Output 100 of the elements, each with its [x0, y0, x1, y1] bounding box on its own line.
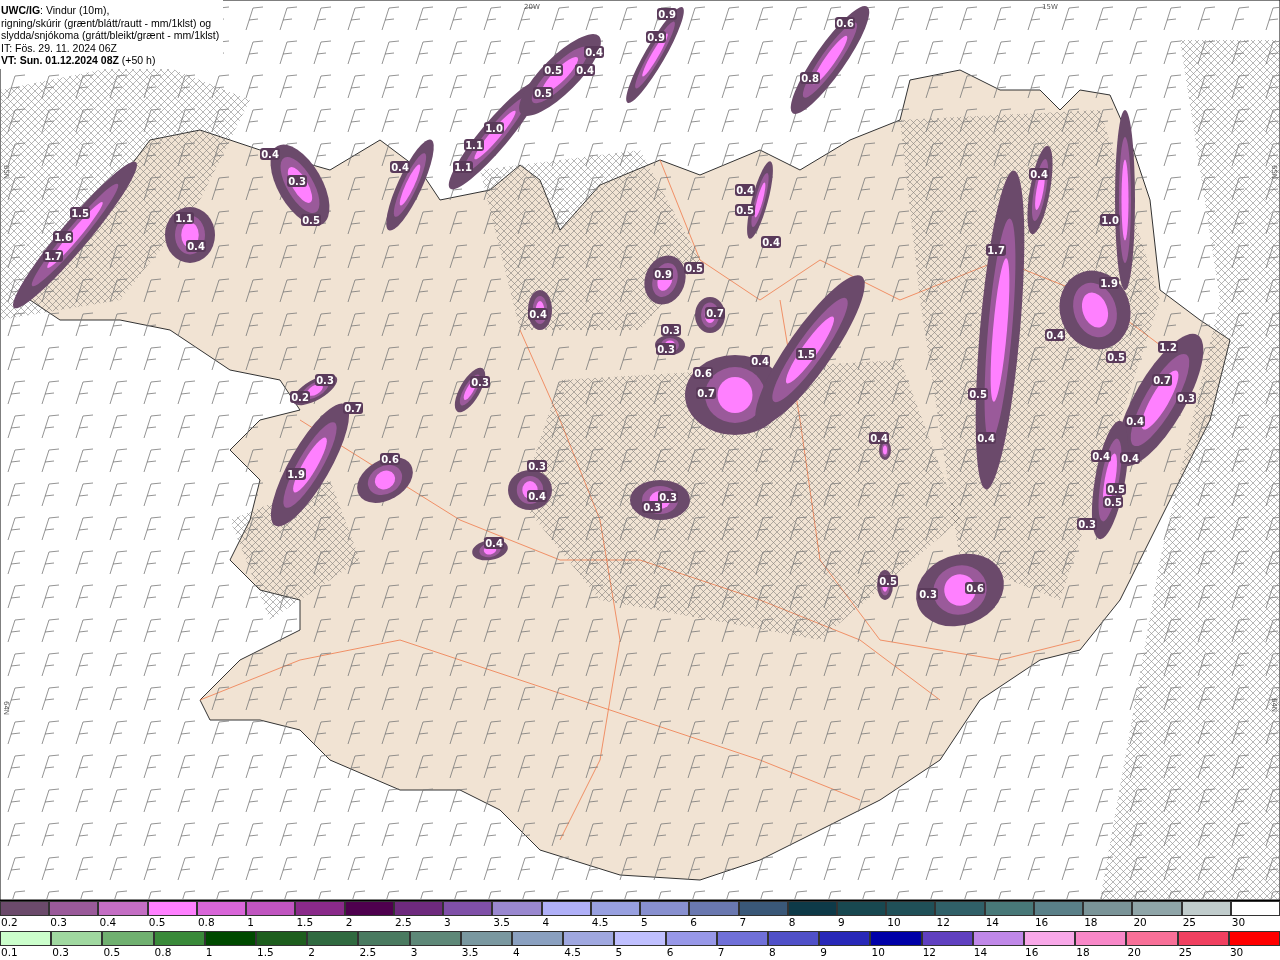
- precip-value-label: 0.4: [1045, 329, 1065, 341]
- precip-value-label: 0.5: [735, 204, 755, 216]
- precip-value-label: 0.4: [260, 148, 280, 160]
- precip-value-label: 0.4: [575, 64, 595, 76]
- precip-value-label: 0.4: [186, 240, 206, 252]
- legend-value: 18: [1075, 946, 1091, 959]
- precip-value-label: 1.0: [484, 122, 504, 134]
- precip-value-label: 0.4: [527, 490, 547, 502]
- legend-value: 0.8: [153, 946, 173, 959]
- legend-value: 1: [246, 916, 255, 929]
- precip-value-label: 0.3: [470, 376, 490, 388]
- precip-value-label: 0.5: [1106, 351, 1126, 363]
- precip-value-label: 0.4: [1120, 452, 1140, 464]
- map-info-line: UWC/IG: Vindur (10m),: [1, 4, 111, 17]
- legend-value: 0.3: [51, 946, 70, 959]
- precip-value-label: 1.7: [43, 250, 63, 262]
- legend-value: 3.5: [460, 946, 480, 959]
- precip-value-label: 0.9: [657, 8, 677, 20]
- precip-value-label: 0.5: [543, 64, 563, 76]
- legend-value: 9: [819, 946, 828, 959]
- precip-value-label: 0.4: [869, 432, 889, 444]
- legend-value: 2: [344, 916, 354, 929]
- precip-value-label: 1.9: [286, 468, 306, 480]
- legend-value: 2.5: [358, 946, 378, 959]
- legend-value: 5: [640, 916, 649, 929]
- legend-value: 3: [409, 946, 419, 959]
- legend-value: 25: [1177, 946, 1194, 959]
- map-info-line: IT: Fös. 29. 11. 2024 06Z: [1, 41, 118, 54]
- precip-value-label: 0.7: [705, 307, 725, 319]
- legend-value: 4.5: [563, 946, 582, 959]
- precip-value-label: 0.4: [1091, 450, 1111, 462]
- map-info-line: VT: Sun. 01.12.2024 08Z (+50 h): [1, 54, 157, 67]
- precip-value-label: 0.3: [527, 460, 547, 472]
- precip-value-label: 0.4: [1125, 415, 1145, 427]
- precip-value-label: 0.6: [380, 453, 400, 465]
- legend-value: 0.5: [102, 946, 122, 959]
- precip-value-label: 1.2: [1158, 341, 1178, 353]
- map-info-line: rigning/skúrir (grænt/blátt/rautt - mm/1klst) og: [1, 16, 213, 29]
- precip-value-label: 0.5: [878, 575, 898, 587]
- precip-value-label: 1.1: [464, 139, 484, 151]
- precip-value-label: 0.4: [750, 355, 770, 367]
- precip-value-label: 0.7: [696, 387, 716, 399]
- precip-value-label: 0.4: [1029, 168, 1049, 180]
- precip-value-label: 0.5: [1106, 483, 1126, 495]
- precip-value-label: 0.9: [646, 31, 666, 43]
- precip-value-label: 0.4: [584, 46, 604, 58]
- precip-value-label: 0.5: [1103, 496, 1123, 508]
- precip-value-label: 1.0: [1100, 214, 1120, 226]
- legend-value: 30: [1230, 916, 1247, 929]
- precip-value-label: 0.3: [918, 588, 938, 600]
- legend-value: 25: [1181, 916, 1197, 929]
- legend-value: 8: [787, 916, 797, 929]
- precip-value-label: 0.9: [653, 268, 673, 280]
- legend-value: 0.2: [0, 916, 19, 929]
- legend-value: 20: [1132, 916, 1148, 929]
- precip-value-label: 0.2: [290, 391, 310, 403]
- precip-value-label: 0.6: [693, 367, 713, 379]
- precipitation-area: [357, 457, 413, 503]
- precip-value-label: 1.5: [796, 348, 816, 360]
- precip-value-label: 0.5: [533, 87, 553, 99]
- legend-value: 14: [984, 916, 1001, 929]
- legend-value: 7: [716, 946, 726, 959]
- legend-value: 0.1: [0, 946, 19, 959]
- precip-value-label: 0.4: [761, 236, 781, 248]
- legend-value: 0.8: [196, 916, 216, 929]
- precip-value-label: 0.3: [642, 501, 662, 513]
- precip-value-label: 0.5: [684, 262, 704, 274]
- legend-value: 7: [738, 916, 748, 929]
- legend-value: 6: [689, 916, 698, 929]
- legend-value: 30: [1228, 946, 1245, 959]
- legend-value: 2: [307, 946, 316, 959]
- legend-value: 20: [1126, 946, 1142, 959]
- legend-value: 4.5: [590, 916, 610, 929]
- precip-value-label: 1.9: [1099, 277, 1119, 289]
- precip-value-label: 0.3: [656, 343, 676, 355]
- precip-value-label: 0.5: [968, 388, 988, 400]
- precip-value-label: 0.4: [976, 432, 996, 444]
- legend-value: 5: [614, 946, 624, 959]
- precip-value-label: 0.3: [661, 324, 681, 336]
- legend-value: 10: [886, 916, 902, 929]
- precip-value-label: 1.6: [53, 231, 73, 243]
- precip-value-label: 0.4: [528, 308, 548, 320]
- precip-value-label: 0.6: [965, 582, 985, 594]
- legend-value: 3: [443, 916, 452, 929]
- legend-value: 12: [921, 946, 938, 959]
- precip-value-label: 0.8: [800, 72, 820, 84]
- precip-value-label: 0.5: [301, 214, 321, 226]
- precip-value-label: 0.3: [1077, 518, 1097, 530]
- precip-value-label: 0.7: [343, 402, 363, 414]
- legend-value: 16: [1024, 946, 1040, 959]
- precip-value-label: 0.7: [1152, 374, 1172, 386]
- precip-value-label: 0.3: [315, 374, 335, 386]
- legend-value: 0.3: [49, 916, 68, 929]
- legend-value: 0.4: [98, 916, 118, 929]
- precip-value-label: 1.1: [174, 212, 194, 224]
- precip-value-label: 1.1: [453, 161, 473, 173]
- legend-value: 1.5: [295, 916, 315, 929]
- precip-value-label: 1.7: [986, 244, 1006, 256]
- precipitation-area: [644, 255, 686, 305]
- legend-value: 14: [972, 946, 989, 959]
